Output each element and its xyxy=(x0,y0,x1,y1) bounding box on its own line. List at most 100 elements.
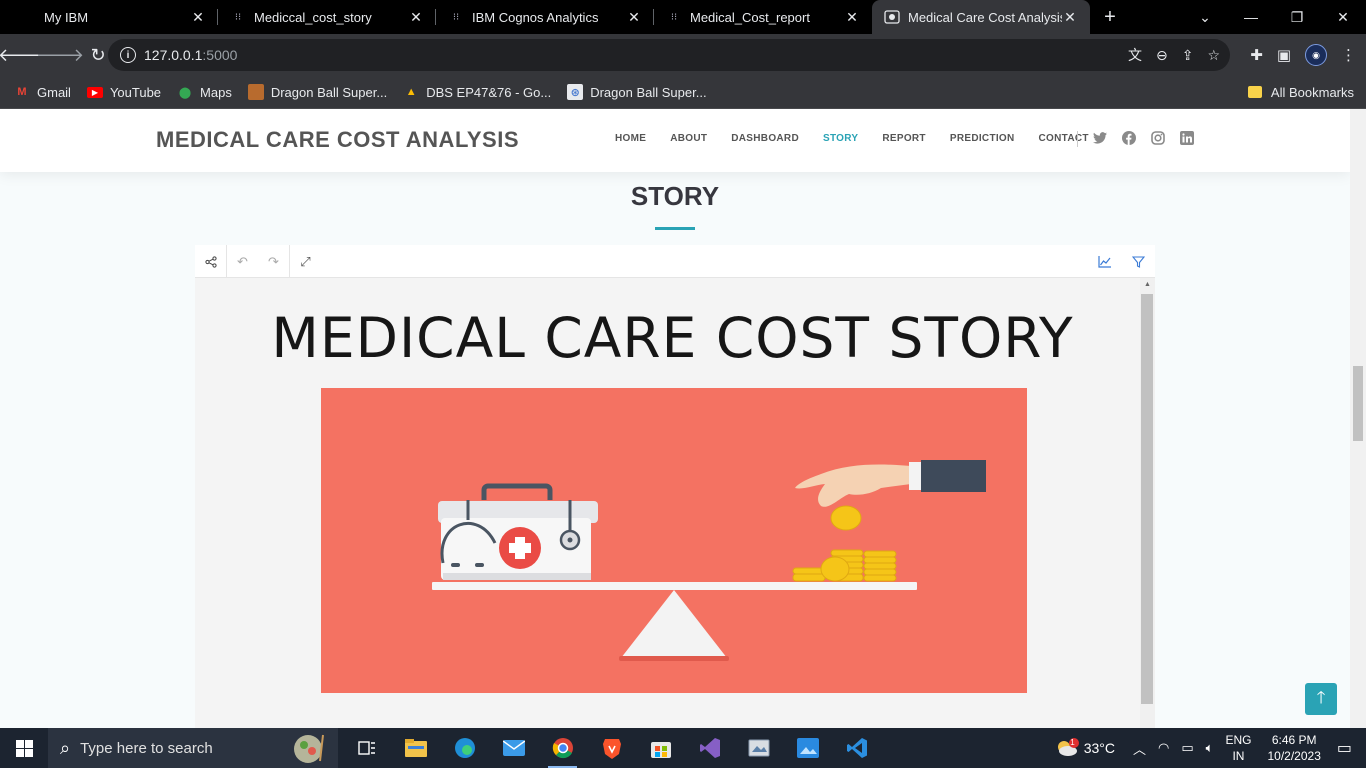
scroll-up-icon[interactable]: ▲ xyxy=(1140,281,1155,288)
close-icon[interactable]: ✕ xyxy=(190,9,206,26)
lang-region: IN xyxy=(1232,749,1245,763)
edge-icon[interactable] xyxy=(440,728,489,768)
windows-taskbar: ⌕ Type here to search 1 33°C ︿ ◠ ▭ 🔈︎ EN… xyxy=(0,728,1366,768)
page-scroll-thumb[interactable] xyxy=(1353,366,1363,441)
site-info-icon[interactable]: i xyxy=(120,47,136,63)
close-icon[interactable]: ✕ xyxy=(408,9,424,26)
gmail-icon: M xyxy=(17,86,27,98)
tab-title: Medical_Cost_report xyxy=(690,9,810,25)
bookmark-label: YouTube xyxy=(109,84,162,100)
visual-studio-icon[interactable] xyxy=(685,728,734,768)
balance-scale-graphic xyxy=(432,460,986,661)
bookmark-maps[interactable]: ⬤ Maps xyxy=(177,84,232,100)
tab-medical-cost-report[interactable]: ⁝⁝ Medical_Cost_report ✕ xyxy=(654,0,872,34)
nav-prediction[interactable]: PREDICTION xyxy=(950,133,1015,144)
bookmark-gmail[interactable]: M Gmail xyxy=(14,84,71,100)
tab-ibm-cognos-analytics[interactable]: ⁝⁝ IBM Cognos Analytics ✕ xyxy=(436,0,654,34)
linkedin-icon[interactable] xyxy=(1180,131,1194,145)
bookmark-label: Dragon Ball Super... xyxy=(270,84,388,100)
taskbar-clock[interactable]: 6:46 PM 10/2/2023 xyxy=(1267,732,1320,764)
restore-button[interactable]: ❐ xyxy=(1274,9,1320,26)
nav-home[interactable]: HOME xyxy=(615,133,646,144)
close-icon[interactable]: ✕ xyxy=(626,9,642,26)
story-scroll-thumb[interactable] xyxy=(1141,294,1153,704)
share-icon[interactable]: ⇪ xyxy=(1182,47,1194,64)
menu-icon[interactable]: ⋮ xyxy=(1341,46,1356,64)
file-explorer-icon[interactable] xyxy=(391,728,440,768)
bookmark-star-icon[interactable]: ☆ xyxy=(1207,47,1220,64)
window-controls: ⌄ — ❐ ✕ xyxy=(1182,0,1366,34)
bookmarks-bar: M Gmail ▶ YouTube ⬤ Maps Dragon Ball Sup… xyxy=(0,76,1366,109)
vscode-icon[interactable] xyxy=(832,728,881,768)
forward-button[interactable]: 🡒 xyxy=(36,39,84,71)
nav-about[interactable]: ABOUT xyxy=(670,133,707,144)
minimize-button[interactable]: — xyxy=(1228,9,1274,25)
mail-icon[interactable] xyxy=(489,728,538,768)
snipping-tool-icon[interactable] xyxy=(734,728,783,768)
close-icon[interactable]: ✕ xyxy=(1062,9,1078,26)
nav-contact[interactable]: CONTACT xyxy=(1039,133,1089,144)
filter-icon[interactable] xyxy=(1123,245,1154,278)
notifications-icon[interactable]: ▭ xyxy=(1337,738,1352,758)
share-icon[interactable] xyxy=(195,245,226,278)
extensions-icon[interactable]: ✚ xyxy=(1250,46,1263,64)
tab-mediccal-cost-story[interactable]: ⁝⁝ Mediccal_cost_story ✕ xyxy=(218,0,436,34)
search-icon: ⌕ xyxy=(60,737,71,758)
twitter-icon[interactable] xyxy=(1093,131,1107,145)
search-highlight-icon xyxy=(294,734,324,763)
insights-icon[interactable] xyxy=(1089,245,1120,278)
bookmark-label: DBS EP47&76 - Go... xyxy=(426,84,552,100)
tray-chevron-icon[interactable]: ︿ xyxy=(1133,739,1146,758)
back-to-top-button[interactable]: 🡑 xyxy=(1305,683,1337,715)
bookmark-dbs-drive[interactable]: ▲ DBS EP47&76 - Go... xyxy=(403,84,551,100)
bookmark-dragon-ball-2[interactable]: ⊛ Dragon Ball Super... xyxy=(567,84,707,100)
wifi-icon[interactable]: ◠ xyxy=(1158,740,1169,756)
redo-icon[interactable]: ↷ xyxy=(258,245,289,278)
youtube-icon: ▶ xyxy=(86,86,103,98)
back-button[interactable]: 🡐 xyxy=(0,39,46,71)
profile-avatar[interactable]: ◉ xyxy=(1305,44,1327,66)
weather-widget[interactable]: 1 33°C xyxy=(1055,738,1115,758)
instagram-icon[interactable] xyxy=(1151,131,1165,145)
tab-title: My IBM xyxy=(44,9,89,25)
close-icon[interactable]: ✕ xyxy=(844,9,860,26)
cognos-icon: ⁝⁝ xyxy=(234,11,242,23)
address-bar[interactable]: i 127.0.0.1 :5000 文 ⊖ ⇪ ☆ xyxy=(108,39,1230,71)
site-header: MEDICAL CARE COST ANALYSIS HOME ABOUT DA… xyxy=(0,109,1350,172)
facebook-icon[interactable] xyxy=(1122,131,1136,145)
store-icon[interactable] xyxy=(636,728,685,768)
translate-icon[interactable]: 文 xyxy=(1128,45,1142,65)
new-tab-button[interactable]: + xyxy=(1090,6,1130,29)
bookmark-youtube[interactable]: ▶ YouTube xyxy=(86,84,162,100)
fullscreen-icon[interactable]: ⤢ xyxy=(290,245,321,278)
start-button[interactable] xyxy=(0,728,48,768)
battery-icon[interactable]: ▭ xyxy=(1181,740,1193,756)
all-bookmarks[interactable]: All Bookmarks xyxy=(1247,76,1354,108)
tab-search-icon[interactable]: ⌄ xyxy=(1182,9,1228,26)
page-scrollbar[interactable] xyxy=(1350,109,1366,728)
language-indicator[interactable]: ENG IN xyxy=(1225,732,1251,764)
clock-date: 10/2/2023 xyxy=(1267,749,1321,763)
volume-icon[interactable]: 🔈︎ xyxy=(1206,740,1214,756)
story-scrollbar[interactable]: ▲ xyxy=(1140,278,1155,728)
tab-medical-care-cost-analysis[interactable]: Medical Care Cost Analysis ✕ xyxy=(872,0,1090,34)
zoom-icon[interactable]: ⊖ xyxy=(1156,47,1168,64)
nav-dashboard[interactable]: DASHBOARD xyxy=(731,133,799,144)
lang-code: ENG xyxy=(1225,733,1252,747)
weather-badge: 1 xyxy=(1070,737,1075,747)
nav-story[interactable]: STORY xyxy=(823,133,858,144)
task-view-icon[interactable] xyxy=(342,728,391,768)
chrome-icon[interactable] xyxy=(538,728,587,768)
close-window-button[interactable]: ✕ xyxy=(1320,9,1366,26)
social-links xyxy=(1093,131,1194,145)
tab-my-ibm[interactable]: My IBM ✕ xyxy=(0,0,218,34)
side-panel-icon[interactable]: ▣ xyxy=(1277,46,1291,64)
taskbar-search[interactable]: ⌕ Type here to search xyxy=(48,728,338,768)
site-logo[interactable]: MEDICAL CARE COST ANALYSIS xyxy=(156,127,519,153)
photos-icon[interactable] xyxy=(783,728,832,768)
undo-icon[interactable]: ↶ xyxy=(227,245,258,278)
brave-icon[interactable] xyxy=(587,728,636,768)
nav-report[interactable]: REPORT xyxy=(882,133,925,144)
bookmark-dragon-ball-1[interactable]: Dragon Ball Super... xyxy=(247,84,388,100)
omnibox-actions: 文 ⊖ ⇪ ☆ xyxy=(1128,39,1220,71)
